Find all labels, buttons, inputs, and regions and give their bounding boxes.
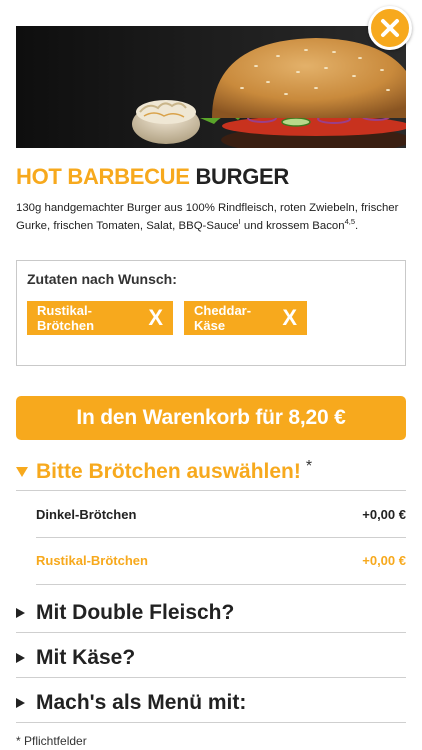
required-marker: * — [305, 458, 313, 475]
option-row-dinkel[interactable]: Dinkel-Brötchen +0,00 € — [36, 507, 406, 522]
divider — [16, 722, 406, 723]
divider — [36, 537, 406, 538]
remove-icon[interactable]: X — [148, 305, 163, 331]
divider — [16, 677, 406, 678]
burger-illustration — [132, 38, 406, 148]
section-cheese[interactable]: Mit Käse? — [16, 646, 135, 670]
option-price: +0,00 € — [362, 507, 406, 522]
close-button[interactable] — [368, 6, 412, 50]
divider — [16, 632, 406, 633]
triangle-down-icon — [16, 467, 28, 477]
ingredients-label: Zutaten nach Wunsch: — [27, 271, 177, 287]
description-end: . — [355, 220, 359, 232]
product-description: 130g handgemachter Burger aus 100% Rindf… — [16, 199, 408, 235]
ingredient-tag-label: Rustikal-Brötchen — [37, 303, 95, 333]
product-title-rest: BURGER — [195, 164, 289, 189]
section-title: Mit Double Fleisch? — [36, 601, 235, 624]
option-name: Dinkel-Brötchen — [36, 507, 137, 522]
option-name: Rustikal-Brötchen — [36, 553, 148, 568]
section-menu[interactable]: Mach's als Menü mit: — [16, 691, 246, 715]
divider — [16, 490, 406, 491]
section-title: Mit Käse? — [36, 646, 136, 669]
ingredient-tag-bun[interactable]: Rustikal-Brötchen X — [27, 301, 173, 335]
remove-icon[interactable]: X — [282, 305, 297, 331]
ingredients-box: Zutaten nach Wunsch: Rustikal-Brötchen X… — [16, 260, 406, 366]
ingredient-tag-label: Cheddar-Käse — [194, 303, 252, 333]
divider — [36, 584, 406, 585]
option-row-rustikal[interactable]: Rustikal-Brötchen +0,00 € — [36, 553, 406, 568]
add-to-cart-button[interactable]: In den Warenkorb für 8,20 € — [16, 396, 406, 440]
ingredient-tag-cheese[interactable]: Cheddar-Käse X — [184, 301, 307, 335]
required-fields-note: * Pflichtfelder — [16, 734, 87, 748]
product-title-highlight: HOT BARBECUE — [16, 164, 190, 189]
section-title: Bitte Brötchen auswählen! — [36, 460, 301, 483]
option-price: +0,00 € — [362, 553, 406, 568]
close-icon — [381, 19, 399, 37]
product-title: HOT BARBECUE BURGER — [16, 164, 289, 190]
description-mid: und krossem Bacon — [240, 220, 345, 232]
triangle-right-icon — [16, 653, 25, 663]
triangle-right-icon — [16, 698, 25, 708]
product-image — [16, 26, 406, 148]
section-double-meat[interactable]: Mit Double Fleisch? — [16, 601, 234, 625]
description-footnote-2: 4,5 — [344, 217, 356, 227]
section-bun-choice[interactable]: Bitte Brötchen auswählen! * — [16, 458, 313, 484]
section-title: Mach's als Menü mit: — [36, 691, 247, 714]
triangle-right-icon — [16, 608, 25, 618]
